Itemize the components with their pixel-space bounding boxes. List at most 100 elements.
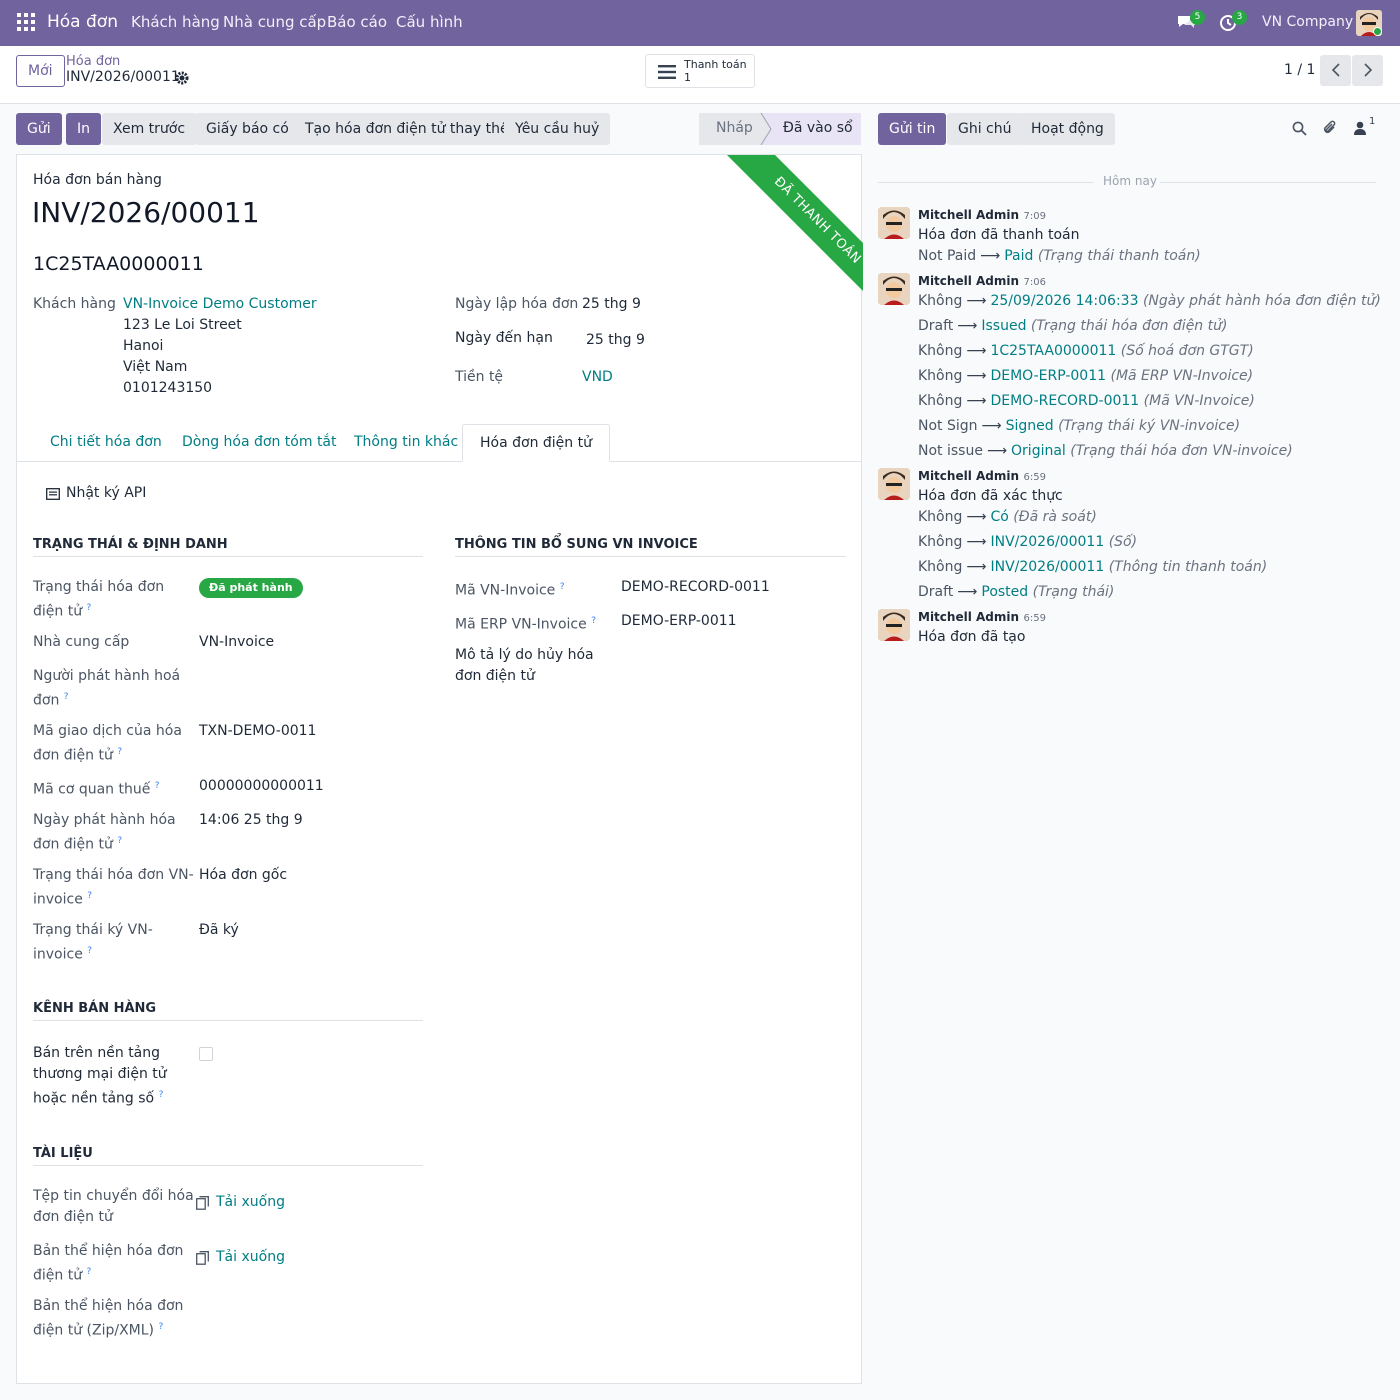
field-name: (Đã rà soát) — [1013, 509, 1097, 525]
erp-id-value: DEMO-ERP-0011 — [621, 613, 737, 629]
tracking-line: Draft ⟶ Issued (Trạng thái hóa đơn điện tử… — [918, 316, 1227, 336]
send-message-button[interactable]: Gửi tin — [878, 113, 947, 145]
customer-link[interactable]: VN-Invoice Demo Customer — [123, 294, 317, 315]
menu-vendors[interactable]: Nhà cung cấp — [223, 13, 326, 31]
field-label: Người phát hành hoá — [33, 668, 181, 684]
arrow-right-icon: ⟶ — [966, 559, 987, 575]
tab-invoice-lines[interactable]: Chi tiết hóa đơn — [33, 424, 179, 462]
menu-reports[interactable]: Báo cáo — [327, 13, 387, 31]
arrow-right-icon: ⟶ — [986, 443, 1008, 459]
credit-note-button[interactable]: Giấy báo có — [195, 113, 300, 145]
apps-menu-icon[interactable] — [17, 13, 35, 31]
arrow-right-icon: ⟶ — [966, 534, 987, 550]
replace-einvoice-button[interactable]: Tạo hóa đơn điện tử thay thế — [294, 113, 520, 145]
activity-badge: 3 — [1232, 10, 1247, 25]
new-value: Signed — [1005, 418, 1054, 434]
download-link[interactable]: Tải xuống — [216, 1247, 285, 1268]
tab-summary-lines[interactable]: Dòng hóa đơn tóm tắt — [165, 424, 354, 462]
new-button[interactable]: Mới — [16, 55, 65, 87]
invoice-date[interactable]: 25 thg 9 — [582, 294, 641, 315]
address-line: 0101243150 — [123, 380, 213, 396]
author-avatar[interactable] — [878, 468, 910, 500]
gear-icon[interactable] — [175, 71, 189, 89]
invoice-date-label: Ngày lập hóa đơn — [455, 296, 579, 312]
field-label: Mã ERP VN-Invoice ? — [455, 616, 596, 633]
company-switcher[interactable]: VN Company — [1262, 14, 1353, 30]
field-label: đơn điện tử — [33, 1209, 113, 1225]
new-value: INV/2026/00011 — [990, 534, 1105, 550]
pager-next-button[interactable] — [1352, 55, 1383, 86]
arrow-right-icon: ⟶ — [980, 248, 1001, 264]
author-name: Mitchell Admin — [918, 274, 1020, 288]
top-navbar: Hóa đơn Khách hàng Nhà cung cấp Báo cáo … — [0, 0, 1400, 46]
status-posted: Đã vào sổ — [783, 120, 853, 136]
section-documents: TÀI LIỆU — [33, 1146, 423, 1166]
tracking-line: Không ⟶ DEMO-RECORD-0011 (Mã VN-Invoice) — [918, 391, 1255, 411]
invoice-type: Hóa đơn bán hàng — [33, 172, 162, 188]
app-title[interactable]: Hóa đơn — [47, 12, 118, 32]
followers-icon[interactable] — [1354, 121, 1366, 139]
ecom-checkbox[interactable] — [199, 1047, 213, 1061]
pager-value[interactable]: 1 / 1 — [1284, 62, 1315, 78]
old-value: Không — [918, 534, 963, 550]
author-avatar[interactable] — [878, 273, 910, 305]
download-link[interactable]: Tải xuống — [216, 1192, 285, 1213]
vninvoice-state-value: Hóa đơn gốc — [199, 867, 288, 883]
status-draft[interactable]: Nháp — [716, 120, 753, 136]
breadcrumb-record: INV/2026/00011 — [66, 69, 180, 85]
attachment-icon[interactable] — [1322, 120, 1338, 140]
vninvoice-id-value: DEMO-RECORD-0011 — [621, 579, 770, 595]
new-value: Có — [990, 509, 1009, 525]
field-name: (Trạng thái hóa đơn điện tử) — [1030, 318, 1228, 334]
address-line: 123 Le Loi Street — [123, 317, 242, 333]
activity-button[interactable]: Hoạt động — [1020, 113, 1115, 145]
log-note-button[interactable]: Ghi chú — [947, 113, 1023, 145]
message-time: 6:59 — [1023, 472, 1046, 483]
tab-other-info[interactable]: Thông tin khác — [337, 424, 475, 462]
tab-einvoice[interactable]: Hóa đơn điện tử — [462, 424, 610, 462]
user-avatar[interactable] — [1356, 10, 1382, 36]
author-avatar[interactable] — [878, 609, 910, 641]
field-name: (Trạng thái) — [1032, 584, 1115, 600]
api-log-button[interactable]: Nhật ký API — [66, 485, 146, 501]
field-label: đơn điện tử ? — [33, 747, 123, 764]
arrow-right-icon: ⟶ — [966, 509, 987, 525]
pager-prev-button[interactable] — [1320, 55, 1351, 86]
author-name: Mitchell Admin — [918, 208, 1020, 222]
message-time: 6:59 — [1023, 613, 1046, 624]
smart-count: 1 — [684, 71, 691, 84]
search-icon[interactable] — [1292, 121, 1307, 140]
field-name: (Trạng thái thanh toán) — [1037, 248, 1201, 264]
message-header: Mitchell Admin 7:09 — [918, 205, 1046, 227]
breadcrumb-invoices[interactable]: Hóa đơn — [66, 54, 120, 69]
payments-smart-button[interactable]: Thanh toán 1 — [645, 54, 755, 88]
preview-button[interactable]: Xem trước — [102, 113, 197, 145]
print-button[interactable]: In — [66, 113, 102, 145]
message-body: Hóa đơn đã tạo — [918, 629, 1026, 645]
currency-value[interactable]: VND — [582, 367, 613, 388]
tracking-line: Not issue ⟶ Original (Trạng thái hóa đơn V… — [918, 441, 1293, 461]
field-name: (Mã ERP VN-Invoice) — [1110, 368, 1254, 384]
menu-customers[interactable]: Khách hàng — [131, 13, 220, 31]
paid-ribbon: ĐÃ THANH TOÁN — [703, 155, 863, 315]
author-avatar[interactable] — [878, 207, 910, 239]
menu-config[interactable]: Cấu hình — [396, 13, 463, 31]
divider — [1160, 182, 1376, 183]
messages-badge: 5 — [1190, 10, 1205, 25]
old-value: Draft — [918, 318, 954, 334]
due-date[interactable]: 25 thg 9 — [586, 330, 645, 351]
field-label: điện tử (Zip/XML) ? — [33, 1322, 164, 1339]
section-status-identity: TRẠNG THÁI & ĐỊNH DANH — [33, 537, 423, 557]
message-header: Mitchell Admin 6:59 — [918, 607, 1046, 629]
new-value: DEMO-RECORD-0011 — [990, 393, 1140, 409]
ecom-label: Bán trên nền tảng — [33, 1045, 161, 1061]
section-vninvoice-info: THÔNG TIN BỔ SUNG VN INVOICE — [455, 537, 846, 557]
author-name: Mitchell Admin — [918, 469, 1020, 483]
new-value: 1C25TAA0000011 — [990, 343, 1117, 359]
field-label: Ngày phát hành hóa — [33, 812, 176, 828]
request-cancel-button[interactable]: Yêu cầu huỷ — [504, 113, 611, 145]
old-value: Không — [918, 393, 963, 409]
message-body: Hóa đơn đã xác thực — [918, 488, 1063, 504]
send-button[interactable]: Gửi — [16, 113, 62, 145]
new-value: 25/09/2026 14:06:33 — [990, 293, 1139, 309]
